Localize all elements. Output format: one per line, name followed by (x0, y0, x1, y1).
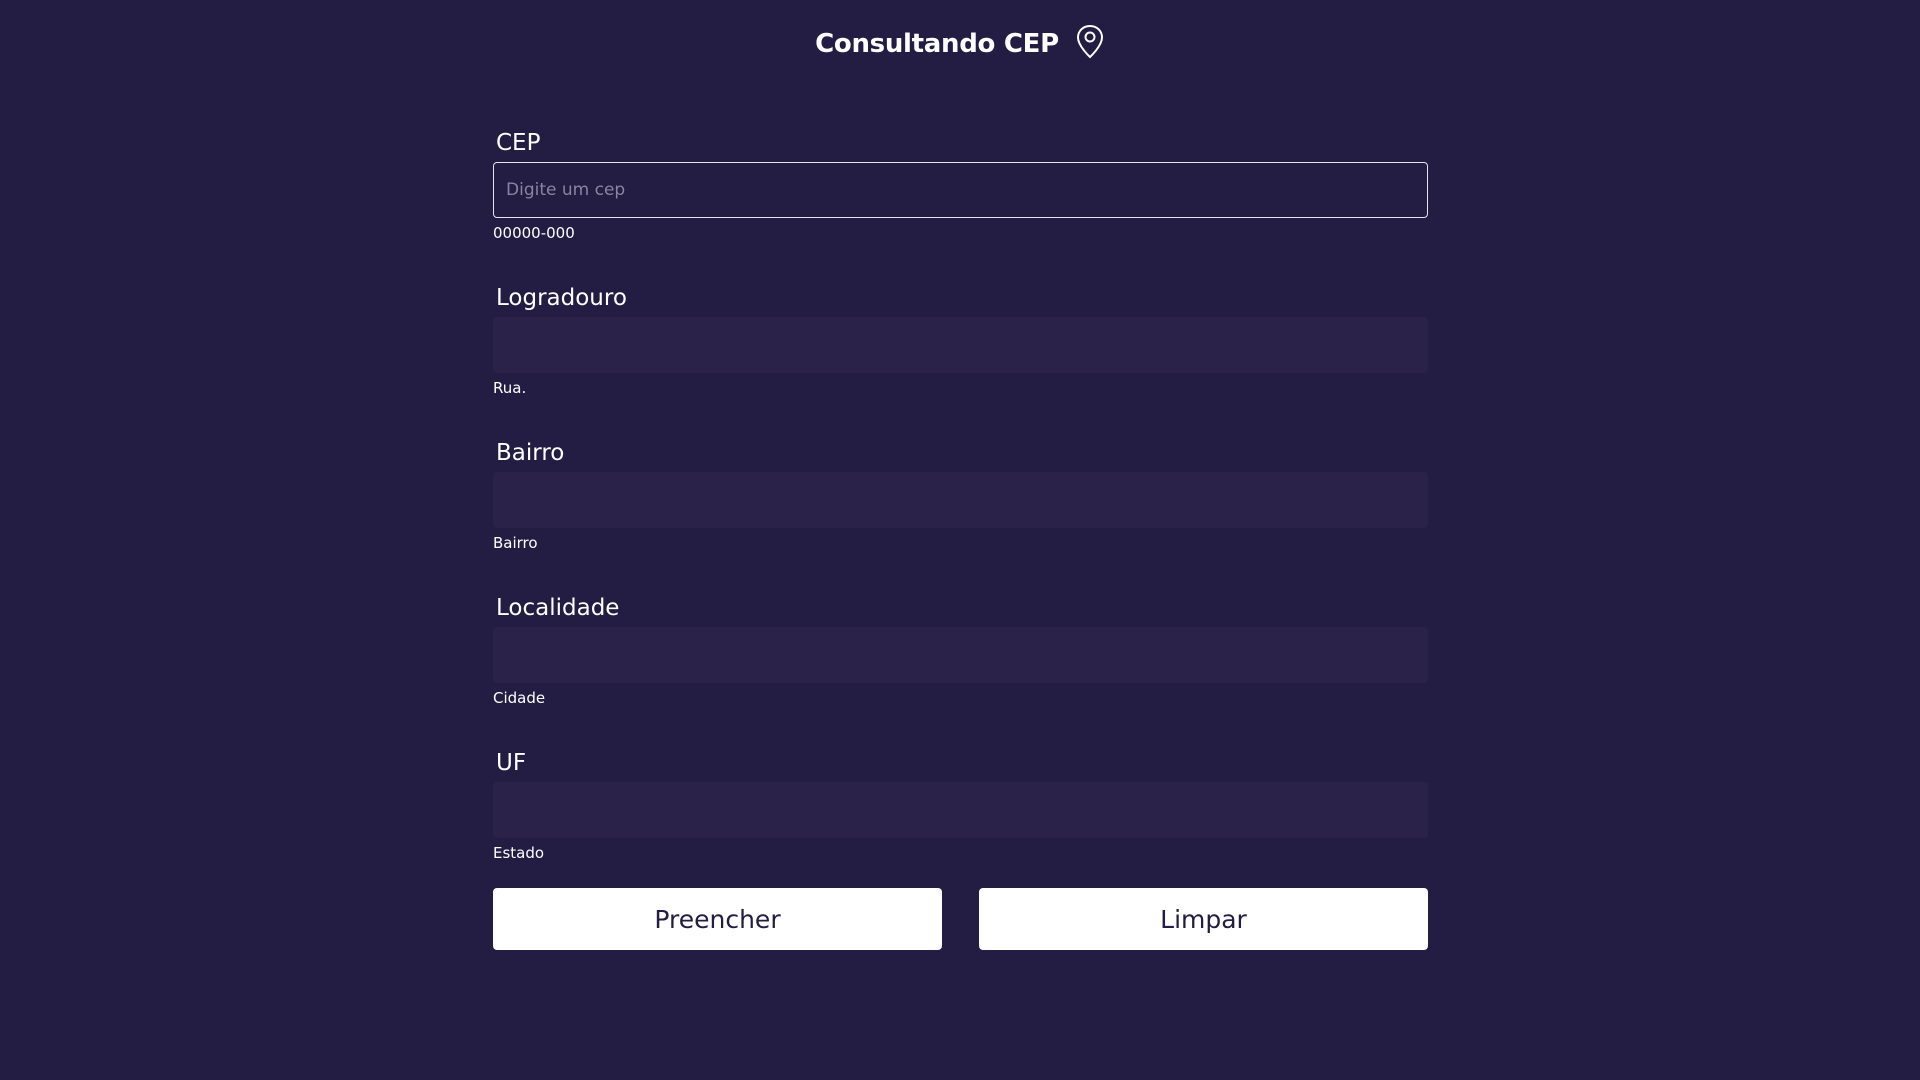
cep-form: CEP 00000-000 Logradouro Rua. Bairro Bai… (493, 125, 1428, 900)
logradouro-label: Logradouro (496, 285, 627, 311)
fill-button[interactable]: Preencher (493, 888, 942, 950)
bairro-hint: Bairro (493, 534, 538, 552)
cep-label: CEP (496, 130, 541, 156)
page-title: Consultando CEP (815, 29, 1059, 59)
logradouro-input[interactable] (493, 317, 1428, 373)
cep-input[interactable] (493, 162, 1428, 218)
localidade-label: Localidade (496, 595, 620, 621)
form-actions: Preencher Limpar (493, 888, 1428, 950)
localidade-hint: Cidade (493, 689, 546, 707)
field-uf: UF Estado (493, 745, 1428, 900)
logradouro-hint: Rua. (493, 379, 527, 397)
field-logradouro: Logradouro Rua. (493, 280, 1428, 435)
clear-button[interactable]: Limpar (979, 888, 1428, 950)
uf-label: UF (496, 750, 527, 776)
uf-hint: Estado (493, 844, 545, 862)
bairro-label: Bairro (496, 440, 565, 466)
uf-input[interactable] (493, 782, 1428, 838)
page-header: Consultando CEP (0, 0, 1920, 90)
cep-hint: 00000-000 (493, 224, 575, 242)
localidade-input[interactable] (493, 627, 1428, 683)
field-bairro: Bairro Bairro (493, 435, 1428, 590)
field-cep: CEP 00000-000 (493, 125, 1428, 280)
field-localidade: Localidade Cidade (493, 590, 1428, 745)
map-pin-icon (1075, 24, 1105, 60)
bairro-input[interactable] (493, 472, 1428, 528)
